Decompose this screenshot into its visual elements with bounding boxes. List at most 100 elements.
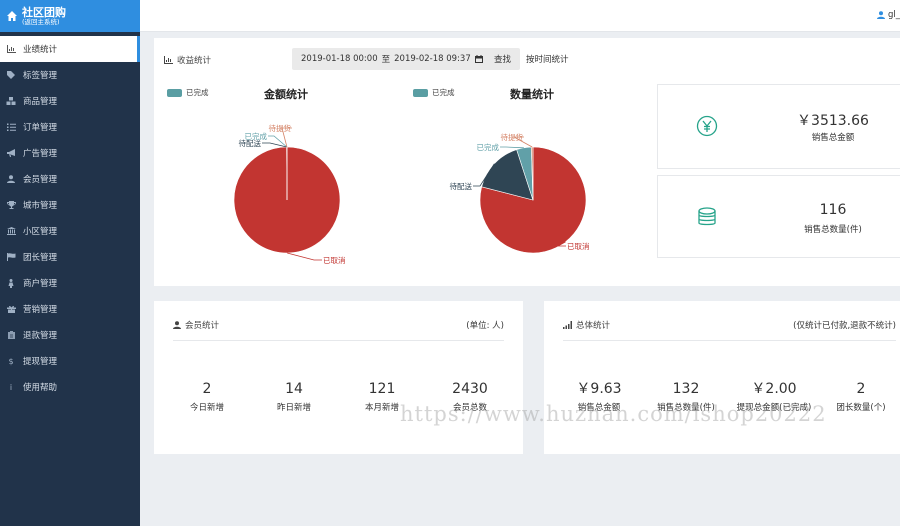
username: gl_ (887, 10, 900, 20)
total-quantity-value: 116 (819, 202, 847, 218)
sidebar-item-products[interactable]: 商品管理 (0, 88, 140, 114)
sidebar-item-label: 营销管理 (23, 305, 58, 315)
slice-label-2: 已完成 (477, 142, 500, 152)
flag-icon (6, 252, 16, 262)
date-range-picker[interactable]: 2019-01-18 00:00 至 2019-02-18 09:37 查找 (292, 48, 520, 70)
sidebar-item-marketing[interactable]: 营销管理 (0, 296, 140, 322)
overall-stats-title: 总体统计 (563, 319, 610, 331)
sidebar-item-merchants[interactable]: 商户管理 (0, 270, 140, 296)
sidebar-item-orders[interactable]: 订单管理 (0, 114, 140, 140)
member-stats-panel: 会员统计 (单位: 人) 2 今日新增 14 昨日新增 121 本月新增 2430 会员… (154, 301, 523, 454)
total-quantity-label: 销售总数量(件) (804, 225, 862, 235)
sidebar-item-communities[interactable]: 小区管理 (0, 218, 140, 244)
sidebar-item-withdrawals[interactable]: $ 提现管理 (0, 348, 140, 374)
sidebar-item-leaders[interactable]: 团长管理 (0, 244, 140, 270)
app-title: 社区团购 (22, 5, 66, 19)
label-line-0 (287, 252, 322, 261)
bar-chart-icon (164, 56, 173, 64)
user-icon (6, 174, 16, 184)
sidebar-item-label: 团长管理 (23, 253, 58, 263)
trophy-icon (6, 200, 16, 210)
legend-label: 已完成 (432, 88, 455, 97)
date-start: 2019-01-18 00:00 (301, 54, 378, 64)
sidebar-item-label: 标签管理 (23, 71, 58, 81)
sidebar-item-performance[interactable]: 业绩统计 (0, 36, 140, 62)
top-bar: gl_ (140, 0, 900, 32)
cubes-icon (6, 96, 16, 106)
sidebar-menu: 业绩统计 标签管理 商品管理 订单管理 广告管理 会员管理 城市管理 小区管理 (0, 36, 140, 400)
brand-header[interactable]: 社区团购 (返回主系统) (0, 0, 140, 32)
sidebar-item-members[interactable]: 会员管理 (0, 166, 140, 192)
sidebar-item-label: 城市管理 (23, 201, 58, 211)
dollar-icon: $ (8, 356, 14, 366)
yen-circle-icon (696, 115, 718, 137)
sidebar-item-help[interactable]: i 使用帮助 (0, 374, 140, 400)
user-icon (876, 11, 885, 19)
slice-label-2: 已完成 (245, 131, 268, 141)
total-amount-card: ￥3513.66 销售总金额 (657, 84, 900, 169)
total-amount-label: 销售总金额 (811, 133, 855, 143)
member-stats-unit: (单位: 人) (466, 321, 504, 331)
list-icon (6, 122, 16, 132)
label-line-2 (500, 146, 524, 149)
time-stat-button[interactable]: 按时间统计 (526, 53, 569, 65)
slice-label-0: 已取消 (567, 241, 590, 251)
slice-label-3: 待提货 (269, 123, 292, 133)
building-icon (6, 226, 16, 236)
return-main-system-link[interactable]: (返回主系统) (22, 18, 66, 26)
slice-label-3: 待提货 (501, 132, 524, 142)
bullhorn-icon (6, 148, 16, 158)
user-menu[interactable]: gl_ (876, 10, 900, 20)
info-icon: i (9, 382, 13, 392)
coins-icon (698, 207, 716, 226)
signal-icon (563, 321, 572, 329)
bar-chart-icon (6, 44, 16, 54)
member-stats-title: 会员统计 (173, 319, 219, 331)
sidebar-item-label: 退款管理 (23, 331, 58, 341)
user-icon (173, 321, 181, 329)
legend-swatch (167, 88, 182, 97)
sidebar-item-ads[interactable]: 广告管理 (0, 140, 140, 166)
stat-leader-count: 2 团长数量(个) (836, 381, 886, 413)
quantity-chart-title: 数量统计 (510, 88, 554, 101)
overall-stats-note: (仅统计已付款,退款不统计) (793, 321, 896, 331)
watermark: https://www.huzhan.com/ishop20222 (400, 402, 827, 426)
overall-stats-panel: 总体统计 (仅统计已付款,退款不统计) ￥9.63 销售总金额 132 销售总数量(… (544, 301, 900, 454)
gift-icon (6, 304, 16, 314)
home-icon (7, 11, 17, 21)
slice-label-0: 已取消 (323, 255, 346, 265)
stat-yesterday-new: 14 昨日新增 (276, 381, 311, 413)
date-end: 2019-02-18 09:37 (394, 54, 471, 64)
divider (173, 340, 504, 341)
sidebar-item-refunds[interactable]: 退款管理 (0, 322, 140, 348)
sidebar-item-label: 使用帮助 (23, 383, 58, 393)
legend-label: 已完成 (186, 88, 209, 97)
quantity-chart-legend[interactable]: 已完成 (413, 87, 455, 98)
sidebar-item-label: 小区管理 (23, 227, 58, 237)
date-separator: 至 (381, 55, 391, 65)
quantity-pie-chart: 已取消 待配送 已完成待提货 (450, 132, 590, 254)
revenue-stats-label: 收益统计 (164, 54, 211, 66)
sidebar-item-label: 会员管理 (23, 175, 58, 185)
slice-label-1: 待配送 (450, 181, 473, 191)
sidebar-item-tags[interactable]: 标签管理 (0, 62, 140, 88)
sidebar-item-label: 商户管理 (23, 279, 58, 289)
total-quantity-card: 116 销售总数量(件) (657, 175, 900, 258)
refund-icon (6, 330, 16, 340)
sidebar-item-label: 业绩统计 (23, 45, 58, 55)
sidebar-item-cities[interactable]: 城市管理 (0, 192, 140, 218)
sidebar-item-label: 提现管理 (23, 357, 58, 367)
search-button[interactable]: 查找 (494, 53, 511, 65)
divider (563, 340, 896, 341)
sidebar-item-label: 订单管理 (23, 123, 58, 133)
tags-icon (6, 70, 16, 80)
revenue-panel: 收益统计 2019-01-18 00:00 至 2019-02-18 09:37… (154, 38, 900, 286)
sidebar: 社区团购 (返回主系统) 业绩统计 标签管理 商品管理 订单管理 广告管理 会员… (0, 0, 140, 526)
sidebar-item-label: 广告管理 (23, 149, 58, 159)
total-amount-value: ￥3513.66 (797, 113, 869, 129)
amount-chart-title: 金额统计 (264, 88, 308, 101)
stat-today-new: 2 今日新增 (189, 381, 224, 413)
sidebar-item-label: 商品管理 (23, 97, 58, 107)
calendar-icon (474, 55, 483, 63)
amount-chart-legend[interactable]: 已完成 (167, 87, 209, 98)
